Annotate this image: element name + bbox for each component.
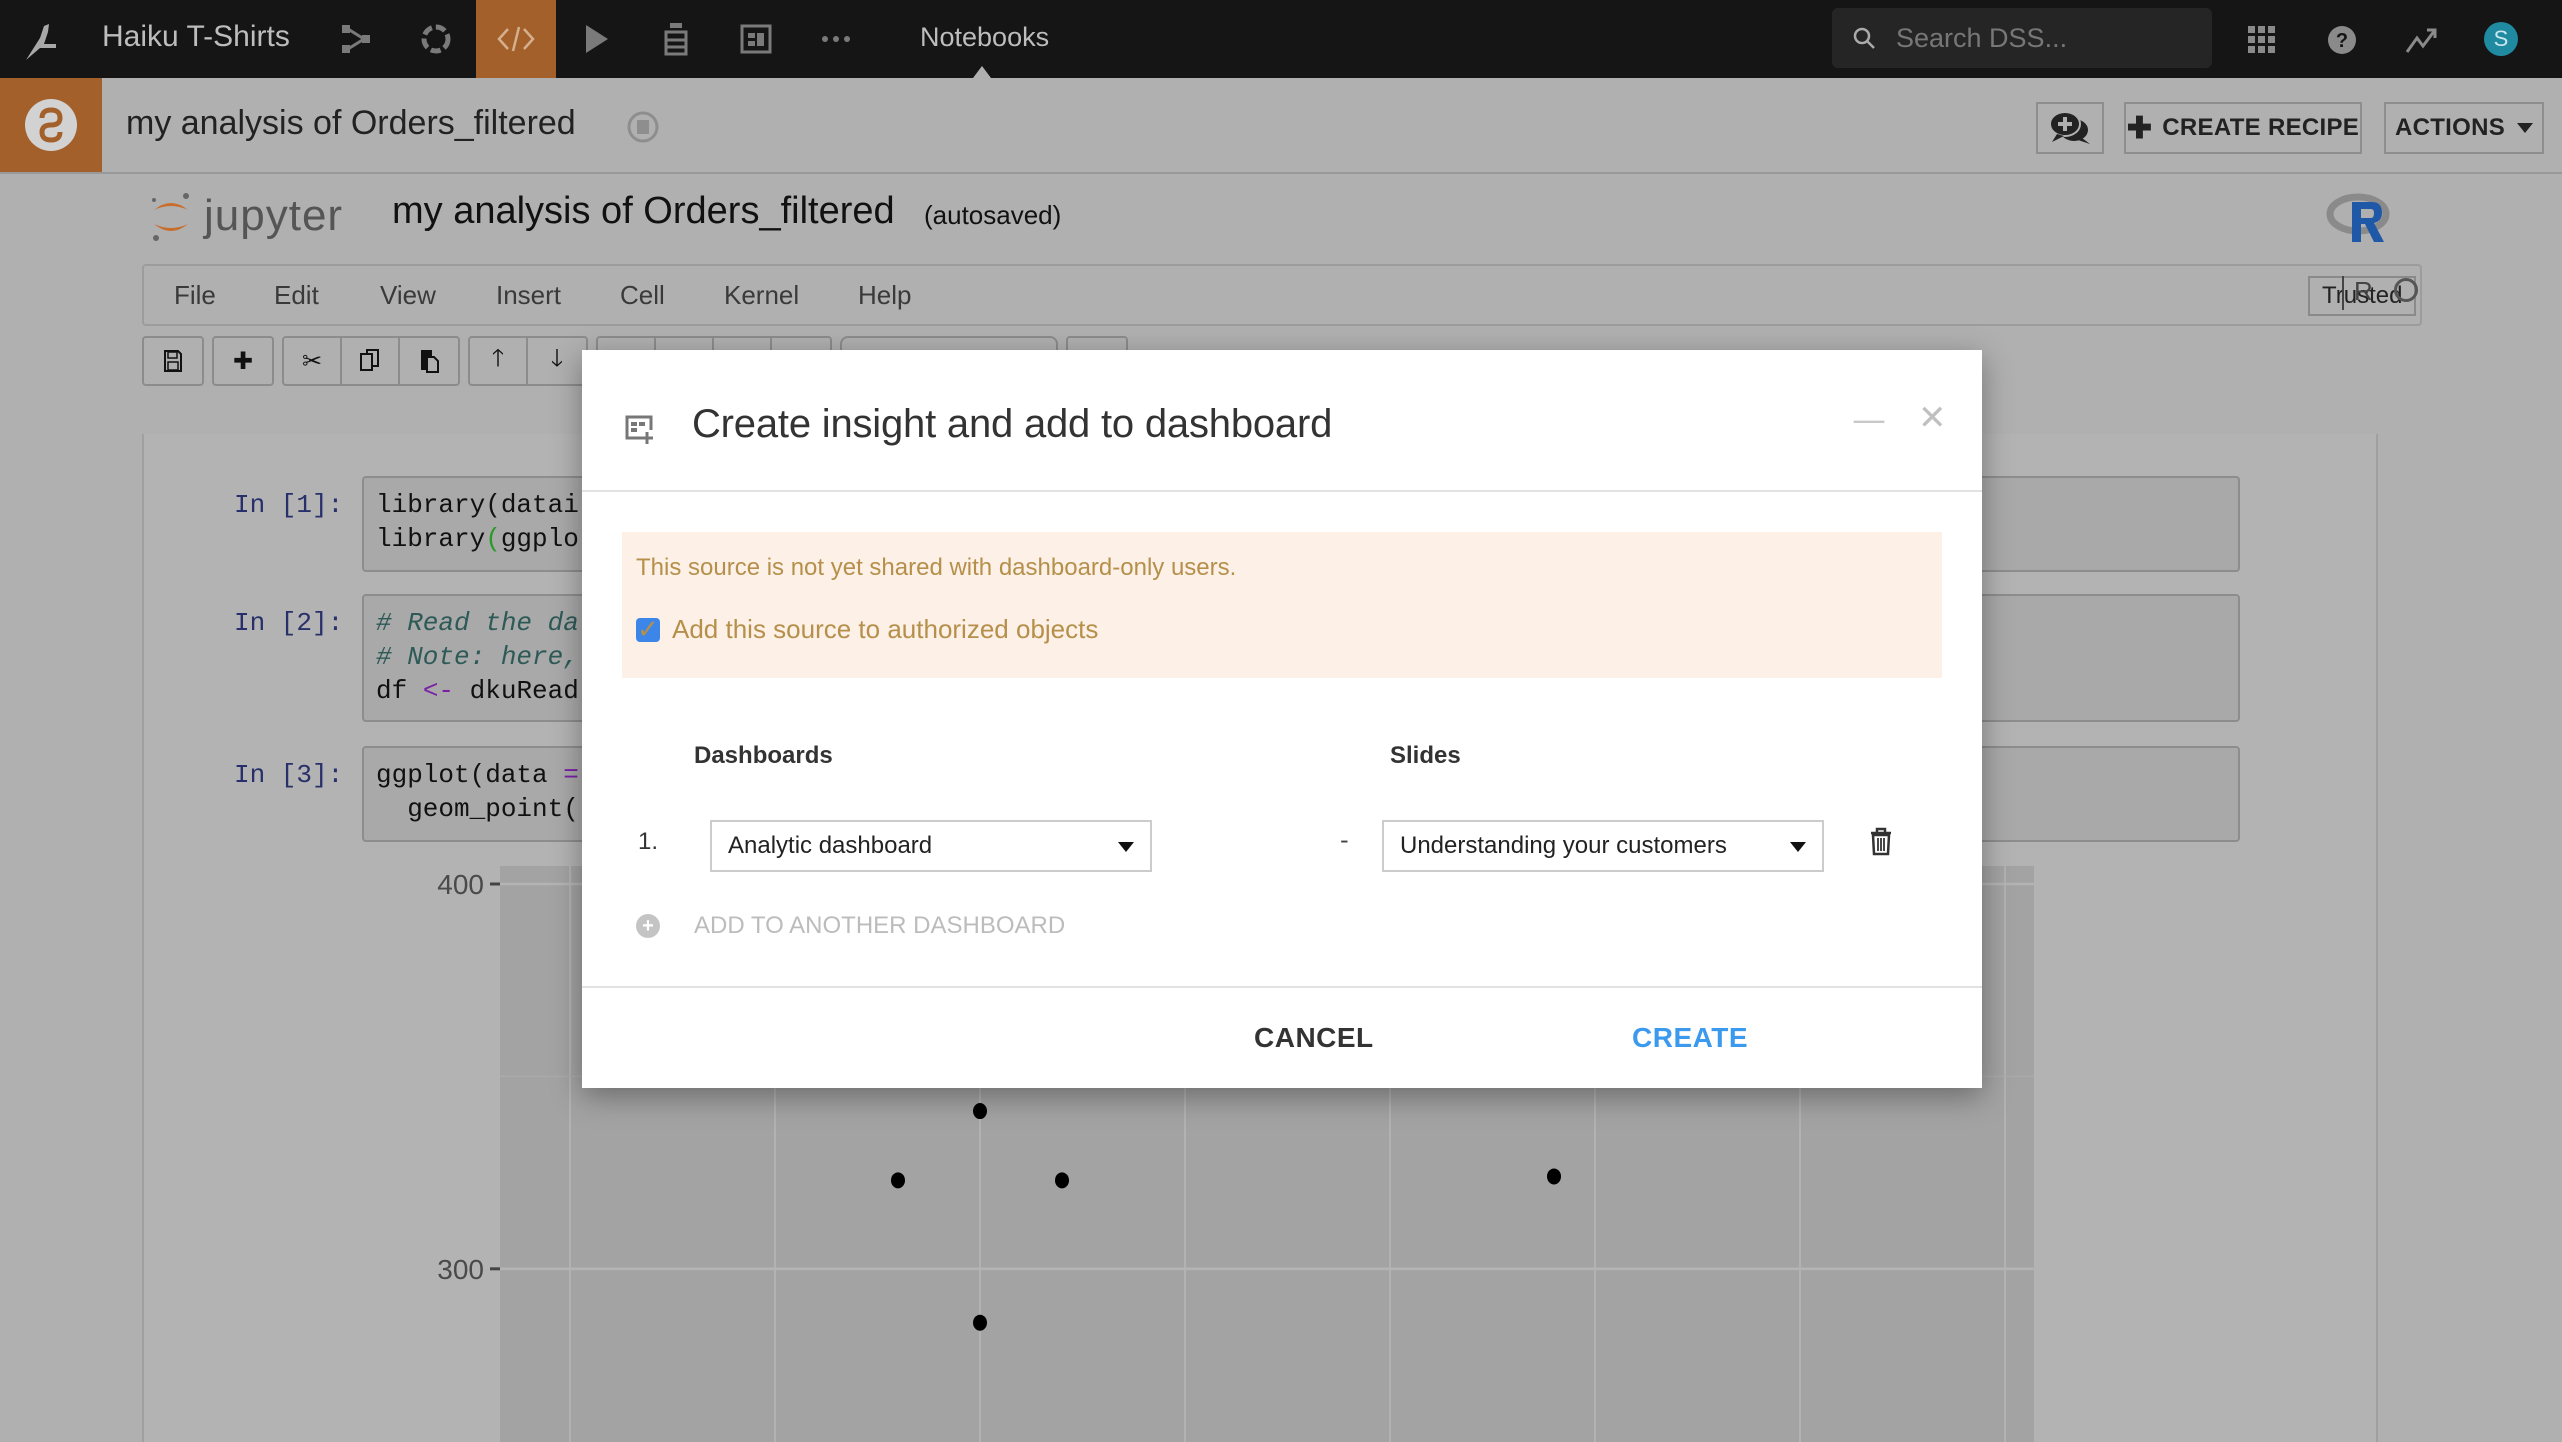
- row-index: 1.: [638, 828, 659, 855]
- r-language-logo-icon: [2326, 193, 2390, 242]
- lab-icon[interactable]: [396, 0, 476, 78]
- insert-cell-plus-icon[interactable]: ✚: [214, 338, 272, 384]
- close-icon[interactable]: ✕: [1918, 398, 1947, 438]
- dashboard-select[interactable]: Analytic dashboard: [710, 820, 1152, 872]
- data-point: [973, 1314, 987, 1331]
- search-input[interactable]: [1896, 22, 2196, 54]
- create-insight-modal: Create insight and add to dashboard — ✕ …: [582, 350, 1982, 1088]
- minimize-icon[interactable]: —: [1852, 400, 1886, 440]
- app-window: Haiku T-Shirts Notebooks Search DSS... ?…: [0, 0, 2562, 1442]
- insight-add-icon: [625, 415, 653, 444]
- authorize-checkbox[interactable]: ✓: [636, 614, 660, 644]
- jupyter-logo-icon: [152, 193, 189, 241]
- activity-icon[interactable]: [2402, 20, 2442, 60]
- apps-grid-icon[interactable]: [2242, 20, 2282, 60]
- menu-kernel[interactable]: Kernel: [724, 280, 799, 311]
- cancel-button[interactable]: CANCEL: [1254, 1022, 1374, 1054]
- save-status: (autosaved): [924, 200, 1062, 230]
- menu-cell[interactable]: Cell: [620, 280, 665, 311]
- avatar[interactable]: S: [2484, 22, 2518, 56]
- authorize-label: Add this source to authorized objects: [672, 614, 1099, 644]
- add-another-label: ADD TO ANOTHER DASHBOARD: [694, 912, 1066, 939]
- create-recipe-label: CREATE RECIPE: [2162, 114, 2360, 141]
- modal-title: Create insight and add to dashboard: [692, 402, 1333, 446]
- jupyter-logo[interactable]: jupyter: [148, 188, 343, 244]
- menu-edit[interactable]: Edit: [274, 280, 319, 311]
- code-icon[interactable]: [476, 0, 556, 78]
- kernel-name: R: [2354, 276, 2373, 306]
- active-section-caret: [973, 66, 991, 78]
- share-warning-box: This source is not yet shared with dashb…: [622, 532, 1942, 678]
- notebook-status-icon[interactable]: [626, 110, 660, 144]
- flow-icon[interactable]: [316, 0, 396, 78]
- kernel-divider: [2342, 276, 2344, 310]
- slides-header: Slides: [1390, 742, 1461, 769]
- r-notebook-type-icon: [0, 78, 102, 172]
- copy-icon[interactable]: [342, 338, 400, 384]
- plus-circle-icon: +: [636, 914, 660, 938]
- plus-icon: ✚: [2126, 111, 2153, 145]
- top-navbar: Haiku T-Shirts Notebooks Search DSS... ?…: [0, 0, 2562, 78]
- data-point: [973, 1103, 987, 1120]
- cut-scissors-icon[interactable]: ✂: [284, 338, 342, 384]
- jupyter-notebook-title[interactable]: my analysis of Orders_filtered: [392, 190, 895, 233]
- search-box[interactable]: [1832, 8, 2212, 68]
- slide-select-value: Understanding your customers: [1400, 832, 1727, 859]
- actions-label: ACTIONS: [2394, 114, 2506, 141]
- slide-select[interactable]: Understanding your customers: [1382, 820, 1824, 872]
- project-name[interactable]: Haiku T-Shirts: [102, 20, 290, 54]
- dataiku-bird-logo-icon[interactable]: [22, 18, 66, 62]
- actions-button[interactable]: ACTIONS: [2384, 102, 2544, 154]
- jupyter-menubar: File Edit View Insert Cell Kernel Help T…: [142, 264, 2422, 326]
- discussions-button[interactable]: [2036, 102, 2104, 154]
- more-icon[interactable]: [796, 0, 876, 78]
- search-icon: [1853, 27, 1875, 49]
- chevron-down-icon: [2517, 123, 2534, 133]
- help-icon[interactable]: ?: [2322, 20, 2362, 60]
- kernel-idle-indicator-icon: [2394, 278, 2418, 302]
- move-down-arrow-icon[interactable]: 🡓: [528, 338, 586, 384]
- menu-file[interactable]: File: [174, 280, 216, 311]
- move-up-arrow-icon[interactable]: 🡑: [470, 338, 528, 384]
- modal-header: Create insight and add to dashboard — ✕: [582, 350, 1982, 492]
- y-tick-label: 400: [437, 869, 484, 900]
- deploy-icon[interactable]: [636, 0, 716, 78]
- data-point: [1055, 1172, 1069, 1189]
- dashboard-select-value: Analytic dashboard: [728, 832, 933, 859]
- create-button[interactable]: CREATE: [1632, 1022, 1748, 1054]
- menu-view[interactable]: View: [380, 280, 436, 311]
- jupyter-logo-text: jupyter: [204, 191, 344, 240]
- modal-footer: CANCEL CREATE: [582, 986, 1982, 1088]
- discussions-icon: [2049, 111, 2090, 144]
- trash-icon[interactable]: [1868, 826, 1894, 856]
- y-tick-label: 300: [437, 1254, 484, 1285]
- save-icon[interactable]: [144, 338, 202, 384]
- chevron-down-icon: [1790, 842, 1806, 852]
- menu-insert[interactable]: Insert: [496, 280, 561, 311]
- object-header: my analysis of Orders_filtered ✚ CREATE …: [0, 78, 2562, 174]
- create-recipe-button[interactable]: ✚ CREATE RECIPE: [2124, 102, 2362, 154]
- share-warning-text: This source is not yet shared with dashb…: [636, 554, 1237, 581]
- svg-text:?: ?: [2336, 30, 2348, 52]
- row-separator: -: [1340, 826, 1349, 854]
- menu-help[interactable]: Help: [858, 280, 911, 311]
- data-point: [1547, 1168, 1561, 1185]
- run-icon[interactable]: [556, 0, 636, 78]
- add-another-dashboard-button[interactable]: + ADD TO ANOTHER DASHBOARD: [636, 912, 1065, 940]
- chevron-down-icon: [1118, 842, 1134, 852]
- paste-icon[interactable]: [400, 338, 458, 384]
- dashboard-icon[interactable]: [716, 0, 796, 78]
- authorize-checkbox-row[interactable]: ✓ Add this source to authorized objects: [636, 614, 1098, 645]
- data-point: [891, 1172, 905, 1189]
- section-notebooks[interactable]: Notebooks: [920, 22, 1049, 53]
- notebook-object-title: my analysis of Orders_filtered: [126, 104, 576, 142]
- dashboards-header: Dashboards: [694, 742, 833, 769]
